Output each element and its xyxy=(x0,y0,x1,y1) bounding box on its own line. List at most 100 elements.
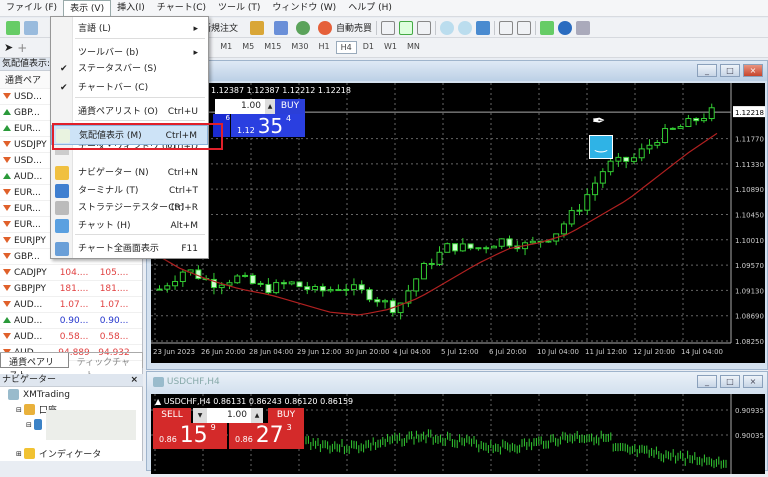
sell-button[interactable]: SELL xyxy=(153,408,191,423)
menu-item-10[interactable]: チャット (H) Alt+M xyxy=(51,216,208,236)
menu-0[interactable]: ファイル (F) xyxy=(0,0,63,16)
ohlc-text: USDCHF,H4 0.86131 0.86243 0.86120 0.8615… xyxy=(163,397,354,406)
auto-trade-icon[interactable] xyxy=(318,20,333,35)
candle xyxy=(164,285,171,290)
tab-symbols[interactable]: 通貨ペアリスト xyxy=(0,353,69,381)
auto-scroll-icon[interactable] xyxy=(499,20,514,35)
nav-item-indicators[interactable]: ⊞ インディケータ xyxy=(0,446,143,461)
close-button[interactable]: × xyxy=(743,64,763,77)
market-watch-row[interactable]: AUD... 0.90... 0.90... xyxy=(0,313,142,329)
market-watch-row[interactable]: AUD... 1.07... 1.07... xyxy=(0,297,142,313)
minimize-button[interactable]: _ xyxy=(697,64,717,77)
menu-3[interactable]: チャート(C) xyxy=(151,0,212,16)
timeframe-mn[interactable]: MN xyxy=(403,41,424,54)
timeframe-m30[interactable]: M30 xyxy=(287,41,312,54)
timeframe-m1[interactable]: M1 xyxy=(216,41,236,54)
buy-price-button[interactable]: 1.12 35 4 xyxy=(231,114,305,138)
navigator-close-button[interactable]: × xyxy=(130,374,138,387)
menu-2[interactable]: 挿入(I) xyxy=(111,0,151,16)
crosshair-icon[interactable]: + xyxy=(17,41,27,55)
candle xyxy=(529,240,536,244)
tab-tick-chart[interactable]: ティックチャート xyxy=(69,353,143,381)
signals-icon[interactable] xyxy=(296,20,311,35)
timeframe-m15[interactable]: M15 xyxy=(260,41,285,54)
market-watch-row[interactable]: GBPJPY 181.... 181.... xyxy=(0,281,142,297)
timeframe-w1[interactable]: W1 xyxy=(380,41,401,54)
menu-item-4[interactable]: 通貨ペアリスト (O) Ctrl+U xyxy=(51,102,208,122)
maximize-button[interactable]: □ xyxy=(720,64,740,77)
market-watch-row[interactable]: CADJPY 104.... 105.... xyxy=(0,265,142,281)
lot-up-arrow[interactable]: ▲ xyxy=(251,408,263,423)
nav-item-xmtrading[interactable]: XMTrading xyxy=(0,387,143,402)
buy-price-prefix: 0.86 xyxy=(235,435,253,444)
price-label: 1.12218 xyxy=(735,109,764,117)
tile-windows-icon[interactable] xyxy=(476,20,491,35)
cursor-icon[interactable]: ➤ xyxy=(4,41,13,54)
menu-item-label: チャット (H) xyxy=(78,221,131,231)
timeframe-h4[interactable]: H4 xyxy=(335,41,357,54)
column-symbol[interactable]: 通貨ペア xyxy=(0,73,54,86)
timeframe-d1[interactable]: D1 xyxy=(359,41,378,54)
menu-4[interactable]: ツール (T) xyxy=(212,0,266,16)
maximize-button[interactable]: □ xyxy=(720,375,740,388)
lot-up-arrow[interactable]: ▲ xyxy=(265,99,275,114)
price-chart[interactable]: 0.90935 0.90035 ▲ USDCHF,H4 0.86131 0.862… xyxy=(151,394,765,474)
zoom-in-icon[interactable] xyxy=(440,20,455,35)
candle xyxy=(413,278,420,292)
templates-icon[interactable] xyxy=(576,20,591,35)
zoom-out-icon[interactable] xyxy=(458,20,473,35)
profiles-icon[interactable] xyxy=(24,20,38,35)
auto-trade-button[interactable]: 自動売買 xyxy=(336,21,372,34)
candle xyxy=(280,282,287,285)
terminal-icon[interactable] xyxy=(274,20,289,35)
candle xyxy=(195,269,202,280)
line-chart-icon[interactable] xyxy=(417,20,432,35)
buy-button[interactable]: BUY xyxy=(268,408,304,423)
lot-down-arrow[interactable]: ▼ xyxy=(193,408,207,423)
minimize-button[interactable]: _ xyxy=(697,375,717,388)
arrow-down-icon xyxy=(3,237,11,243)
buy-price-button[interactable]: 0.86 27 3 xyxy=(229,423,304,449)
market-watch-row[interactable]: AUD... 0.58... 0.58... xyxy=(0,329,142,345)
menu-1[interactable]: 表示 (V) xyxy=(63,0,112,16)
candle xyxy=(288,281,295,285)
menu-item-7[interactable]: ナビゲーター (N) Ctrl+N xyxy=(51,163,208,183)
arrow-down-icon xyxy=(3,205,11,211)
candle xyxy=(335,289,342,292)
smile-icon[interactable]: ‿ xyxy=(589,135,613,159)
new-chart-icon[interactable] xyxy=(6,20,20,35)
menu-5[interactable]: ウィンドウ (W) xyxy=(266,0,342,16)
menu-item-3[interactable]: ✔ チャートバー (C) xyxy=(51,78,208,98)
metaeditor-icon[interactable] xyxy=(250,20,265,35)
ask-cell: 1.07... xyxy=(99,299,129,310)
price-chart[interactable]: 1.12218 1.11770 1.11330 1.10890 1.10450 1.100… xyxy=(150,83,765,363)
sell-price-button[interactable]: 0.86 15 9 xyxy=(153,423,227,449)
buy-price-sup: 3 xyxy=(286,423,292,432)
close-button[interactable]: × xyxy=(743,375,763,388)
bar-chart-icon[interactable] xyxy=(381,20,396,35)
price-label: 1.11770 xyxy=(735,136,764,144)
symbol-cell: EUR... xyxy=(0,124,54,134)
menu-6[interactable]: ヘルプ (H) xyxy=(342,0,398,16)
timeframe-h1[interactable]: H1 xyxy=(314,41,333,54)
indicators-icon[interactable] xyxy=(540,20,555,35)
lot-size-input[interactable]: 1.00 xyxy=(207,408,251,423)
candle xyxy=(592,182,599,196)
timeframe-m5[interactable]: M5 xyxy=(238,41,258,54)
menu-item-11[interactable]: チャート全画面表示 F11 xyxy=(51,239,208,259)
candle xyxy=(654,142,661,146)
menu-item-2[interactable]: ✔ ステータスバー (S) xyxy=(51,59,208,79)
nav-item-account[interactable]: ⊟ xyxy=(0,409,143,440)
candle xyxy=(483,247,490,250)
symbol-cell: GBP... xyxy=(0,252,54,262)
buy-button[interactable]: BUY xyxy=(275,99,305,114)
time-label: 23 Jun 2023 xyxy=(153,348,195,356)
highlight-box xyxy=(52,123,223,150)
candlestick-icon[interactable] xyxy=(399,20,414,35)
lot-size-input[interactable]: 1.00 xyxy=(215,99,265,114)
chart-shift-icon[interactable] xyxy=(517,20,532,35)
periods-icon[interactable] xyxy=(558,20,573,35)
menu-item-0[interactable]: 言語 (L) ▸ xyxy=(51,19,208,39)
menu-item-9[interactable]: ストラテジーテスター (R) Ctrl+R xyxy=(51,198,208,218)
bid-cell: 0.58... xyxy=(59,331,89,342)
